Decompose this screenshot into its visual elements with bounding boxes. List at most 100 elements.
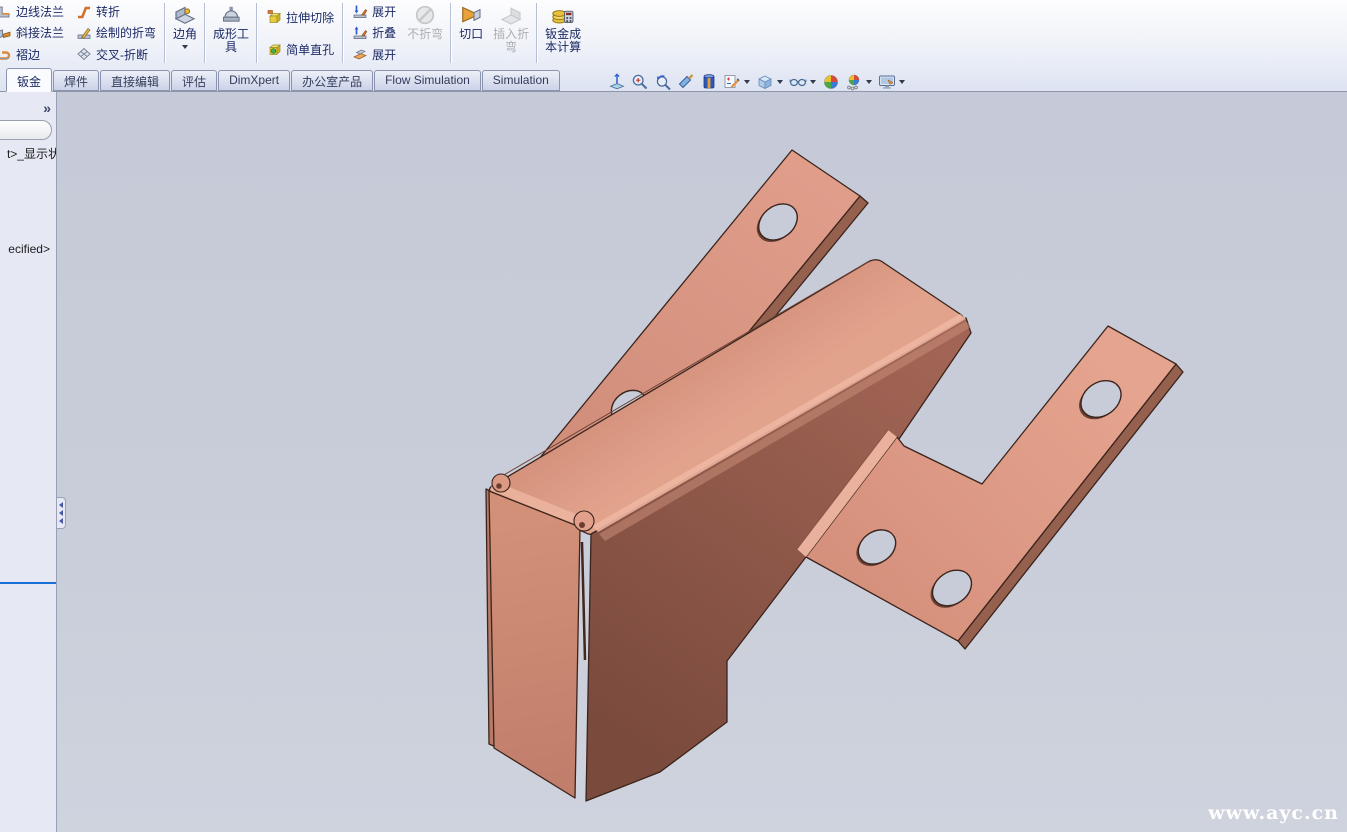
edge-flange-button[interactable]: 边线法兰 <box>0 1 68 22</box>
extruded-cut-icon <box>266 9 282 25</box>
tab-direct-editing[interactable]: 直接编辑 <box>100 70 170 91</box>
tree-item-material-not-specified[interactable]: ecified> <box>8 242 50 256</box>
solidworks-window: 边线法兰斜接法兰褶边转折绘制的折弯交叉-折断边角成形工具拉伸切除简单直孔展开折叠… <box>0 0 1347 832</box>
extruded-cut-button[interactable]: 拉伸切除 <box>262 7 338 28</box>
sheet-metal-cost-button[interactable]: 钣金成本计算 <box>540 0 586 66</box>
toolbar-group-bend-column: 转折绘制的折弯交叉-折断 <box>70 0 162 66</box>
toolbar-group-fold-column: 展开折叠展开 <box>346 0 402 66</box>
collapse-arrow-icon <box>59 502 63 508</box>
graphics-area[interactable]: www.ayc.cn <box>57 92 1347 832</box>
tree-item-display-state[interactable]: t>_显示状 <box>7 145 57 162</box>
button-label: 拉伸切除 <box>286 9 334 26</box>
display-style-icon[interactable] <box>754 71 776 93</box>
panel-expand-chevron[interactable]: » <box>43 100 51 116</box>
corner-gusset-center <box>579 522 585 528</box>
display-style-dropdown-arrow[interactable] <box>777 80 783 84</box>
apply-scene-icon[interactable] <box>843 71 865 93</box>
tab-sheet-metal[interactable]: 钣金 <box>6 68 52 92</box>
button-label: 钣金成本计算 <box>545 28 581 54</box>
zoom-to-area-icon[interactable] <box>629 71 651 93</box>
panel-splitter-line[interactable] <box>0 582 56 584</box>
edit-appearance-icon[interactable] <box>820 71 842 93</box>
toolbar-group-cut-column: 拉伸切除简单直孔 <box>260 0 340 66</box>
panel-collapse-handle[interactable] <box>57 497 66 529</box>
view-orientation-dropdown-arrow[interactable] <box>744 80 750 84</box>
button-label: 成形工具 <box>213 28 249 54</box>
feature-filter-box[interactable] <box>0 120 52 140</box>
tab-simulation[interactable]: Simulation <box>482 70 560 91</box>
insert-bends-button[interactable]: 插入折弯 <box>488 0 534 66</box>
corner-icon <box>173 3 197 27</box>
collapse-arrow-icon <box>59 518 63 524</box>
insert-bends-icon <box>499 3 523 27</box>
apply-scene-dropdown-arrow[interactable] <box>866 80 872 84</box>
forming-tool-button[interactable]: 成形工具 <box>208 0 254 66</box>
tab-office-products[interactable]: 办公室产品 <box>291 70 373 91</box>
feature-manager-panel: » t>_显示状 ecified> <box>0 92 57 832</box>
fold-button[interactable]: 折叠 <box>348 22 400 43</box>
hide-show-items-icon[interactable] <box>787 71 809 93</box>
tab-dimxpert[interactable]: DimXpert <box>218 70 290 91</box>
rip-gap-slit[interactable] <box>582 542 585 660</box>
miter-flange-icon <box>0 25 12 41</box>
flatten-button[interactable]: 展开 <box>348 44 400 65</box>
toolbar-separator <box>164 3 166 63</box>
corner-button[interactable]: 边角 <box>168 0 202 66</box>
view-orientation-icon[interactable] <box>721 71 743 93</box>
jog-button[interactable]: 转折 <box>72 1 160 22</box>
edge-flange-icon <box>0 4 12 20</box>
cross-break-icon <box>76 46 92 62</box>
sketched-bend-button[interactable]: 绘制的折弯 <box>72 22 160 43</box>
rip-button[interactable]: 切口 <box>454 0 488 66</box>
view-settings-dropdown-arrow[interactable] <box>899 80 905 84</box>
corner-dropdown-arrow[interactable] <box>182 45 188 49</box>
cost-icon <box>551 3 575 27</box>
button-label: 边线法兰 <box>16 3 64 20</box>
view-settings-icon[interactable] <box>876 71 898 93</box>
tab-weldments[interactable]: 焊件 <box>53 70 99 91</box>
corner-gusset[interactable] <box>574 511 594 531</box>
button-label: 简单直孔 <box>286 41 334 58</box>
watermark: www.ayc.cn <box>1208 802 1339 824</box>
toolbar-button-row: 边线法兰斜接法兰褶边转折绘制的折弯交叉-折断边角成形工具拉伸切除简单直孔展开折叠… <box>0 0 586 66</box>
box-left-face[interactable] <box>489 491 580 798</box>
no-bends-icon <box>413 3 437 27</box>
cross-break-button[interactable]: 交叉-折断 <box>72 44 160 65</box>
button-label: 展开 <box>372 46 396 63</box>
simple-hole-button[interactable]: 简单直孔 <box>262 39 338 60</box>
toolbar-separator <box>450 3 452 63</box>
corner-gusset[interactable] <box>492 474 510 492</box>
fold-icon <box>352 25 368 41</box>
zoom-to-fit-icon[interactable] <box>606 71 628 93</box>
button-label: 斜接法兰 <box>16 24 64 41</box>
sheet-metal-part-model <box>57 92 1347 832</box>
hem-icon <box>0 46 12 62</box>
toolbar-group-flange-column: 边线法兰斜接法兰褶边 <box>0 0 70 66</box>
unfold-icon <box>352 4 368 20</box>
rip-icon <box>459 3 483 27</box>
toolbar-separator <box>536 3 538 63</box>
hem-button[interactable]: 褶边 <box>0 44 68 65</box>
tab-evaluate[interactable]: 评估 <box>171 70 217 91</box>
button-label: 切口 <box>459 28 483 41</box>
simple-hole-icon <box>266 41 282 57</box>
button-label: 绘制的折弯 <box>96 24 156 41</box>
previous-view-icon[interactable] <box>652 71 674 93</box>
miter-flange-button[interactable]: 斜接法兰 <box>0 22 68 43</box>
3d-drawing-view-icon[interactable] <box>698 71 720 93</box>
tab-flow-simulation[interactable]: Flow Simulation <box>374 70 481 91</box>
toolbar-separator <box>204 3 206 63</box>
button-label: 展开 <box>372 3 396 20</box>
toolbar-separator <box>342 3 344 63</box>
sketched-bend-icon <box>76 25 92 41</box>
section-view-icon[interactable] <box>675 71 697 93</box>
jog-icon <box>76 4 92 20</box>
toolbar-separator <box>256 3 258 63</box>
no-bends-button[interactable]: 不折弯 <box>402 0 448 66</box>
button-label: 交叉-折断 <box>96 46 148 63</box>
button-label: 转折 <box>96 3 120 20</box>
forming-tool-icon <box>219 3 243 27</box>
corner-gusset-center <box>496 483 502 489</box>
unfold-button[interactable]: 展开 <box>348 1 400 22</box>
hide-show-items-dropdown-arrow[interactable] <box>810 80 816 84</box>
